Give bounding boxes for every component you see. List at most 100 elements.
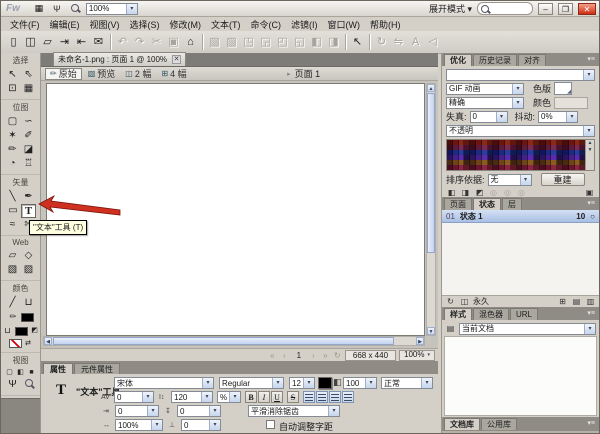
slice-tool[interactable]: ▧ (5, 263, 21, 277)
rubber-stamp-tool[interactable]: ♖ (21, 157, 37, 171)
styles-source-select[interactable]: 当前文档 (459, 323, 596, 335)
zoom-select[interactable]: 100% (86, 3, 138, 15)
paint-bucket-tool[interactable]: ⊔ (21, 296, 37, 310)
fullscreen-menus-button[interactable]: ◧ (15, 368, 26, 378)
view-button-0[interactable]: ✏原始 (45, 68, 82, 80)
playback-control-r0[interactable]: › (309, 351, 318, 360)
playback-control-r2[interactable]: ↻ (333, 351, 342, 360)
dropdown-arrow-icon[interactable] (209, 406, 220, 416)
circle-hotspot-tool[interactable]: ◇ (21, 249, 37, 263)
font-style-select[interactable]: Regular (219, 377, 284, 389)
view-button-2[interactable]: ◫2 幅 (121, 68, 155, 80)
search-input[interactable] (477, 2, 533, 15)
dropdown-arrow-icon[interactable] (151, 420, 162, 430)
menu-item-0[interactable]: 文件(F) (5, 17, 45, 32)
styles-tab-0[interactable]: 样式 (444, 308, 472, 320)
line-tool[interactable]: ╲ (5, 190, 21, 204)
menu-item-4[interactable]: 修改(M) (165, 17, 207, 32)
state-row[interactable]: 01 状态 1 10 ○ (442, 210, 599, 223)
playback-control-r1[interactable]: » (321, 351, 330, 360)
panel-menu-icon[interactable]: ▾≡ (587, 308, 597, 320)
dropdown-arrow-icon[interactable] (209, 420, 220, 430)
paste-icon[interactable]: ⌂ (182, 34, 199, 51)
scroll-right-icon[interactable]: ▶ (416, 337, 424, 345)
lasso-tool[interactable]: ∽ (21, 115, 37, 129)
dropdown-arrow-icon[interactable] (512, 84, 523, 94)
palette-scrollbar[interactable]: ▲▼ (585, 140, 594, 170)
transparency-select[interactable]: 不透明 (446, 125, 595, 137)
dropdown-arrow-icon[interactable] (520, 175, 531, 185)
palette-edit-icon-0[interactable]: ◧ (446, 188, 457, 198)
playback-control-1[interactable]: ‹ (280, 351, 289, 360)
pen-tool[interactable]: ✒ (21, 190, 37, 204)
indent-select[interactable]: 0 (115, 405, 159, 417)
text-color-swatch[interactable] (318, 377, 332, 389)
states-footer-icon-1[interactable]: ◫ (459, 297, 470, 307)
dropdown-arrow-icon[interactable] (147, 406, 158, 416)
library-tab-1[interactable]: 公用库 (481, 418, 517, 430)
panel-menu-icon[interactable]: ▾≡ (587, 198, 597, 210)
blend-mode-select[interactable]: 正常 (381, 377, 433, 389)
states-footer-icon-0[interactable]: ↻ (445, 297, 456, 307)
align-center-button[interactable] (316, 391, 328, 403)
menu-item-7[interactable]: 滤镜(I) (286, 17, 323, 32)
kerning-select[interactable]: 0 (114, 391, 154, 403)
rectangle-hotspot-tool[interactable]: ▱ (5, 249, 21, 263)
scroll-left-icon[interactable]: ◀ (44, 337, 52, 345)
menu-item-6[interactable]: 命令(C) (246, 17, 287, 32)
duplicate-state-icon[interactable]: ▤ (571, 297, 582, 307)
marquee-tool[interactable]: ▢ (5, 115, 21, 129)
dropdown-arrow-icon[interactable] (202, 378, 213, 388)
stroke-color-icon[interactable]: ✏ (7, 310, 20, 324)
dropdown-arrow-icon[interactable] (142, 392, 153, 402)
zoom-indicator[interactable]: 100%▾ (399, 350, 435, 361)
save-icon[interactable]: ◫ (22, 34, 39, 51)
fill-color-swatch[interactable] (15, 327, 28, 336)
dropdown-arrow-icon[interactable] (365, 378, 376, 388)
pointer-options-icon[interactable]: ↖ (349, 34, 366, 51)
minimize-button[interactable]: – (538, 3, 553, 15)
opacity-select[interactable]: 100 (343, 377, 377, 389)
dither-select[interactable]: 0% (538, 111, 578, 123)
export-icon[interactable]: ⇤ (73, 34, 90, 51)
menu-item-1[interactable]: 编辑(E) (45, 17, 85, 32)
styles-tab-2[interactable]: URL (510, 308, 538, 320)
restore-button[interactable]: ❐ (558, 3, 573, 15)
baseline-shift-select[interactable]: 0 (181, 419, 221, 431)
dropdown-arrow-icon[interactable] (126, 4, 137, 14)
antialias-select[interactable]: 平滑消除锯齿 (248, 405, 340, 417)
document-tab[interactable]: 未命名-1.png : 页面 1 @ 100% ✕ (53, 52, 186, 66)
import-icon[interactable]: ⇥ (56, 34, 73, 51)
library-tab-0[interactable]: 文档库 (444, 418, 480, 430)
delete-state-icon[interactable]: ▥ (585, 297, 596, 307)
freeform-tool[interactable]: ≈ (5, 218, 21, 232)
strikethrough-button[interactable]: S (287, 391, 299, 403)
canvas[interactable] (46, 83, 425, 336)
dropdown-arrow-icon[interactable] (566, 112, 577, 122)
export-format-select[interactable]: GIF 动画 (446, 83, 524, 95)
scroll-down-icon[interactable]: ▼ (427, 327, 435, 335)
dropdown-arrow-icon[interactable] (583, 70, 594, 80)
brush-tool[interactable]: ✐ (21, 129, 37, 143)
saved-settings-select[interactable] (446, 69, 595, 81)
dropdown-arrow-icon[interactable] (512, 98, 523, 108)
leading-select[interactable]: 120 (171, 391, 213, 403)
no-color-button[interactable] (9, 339, 22, 348)
scroll-up-icon[interactable]: ▲ (427, 84, 435, 92)
states-tab-1[interactable]: 状态 (473, 198, 501, 210)
menu-item-5[interactable]: 文本(T) (206, 17, 246, 32)
paragraph-spacing-select[interactable]: 0 (177, 405, 221, 417)
horizontal-scrollbar[interactable]: ◀ ▶ (43, 336, 425, 346)
default-colors-button[interactable]: ◩ (29, 326, 40, 336)
properties-tab-0[interactable]: 属性 (43, 363, 73, 374)
menu-item-2[interactable]: 视图(V) (85, 17, 125, 32)
hand-tool[interactable]: Ψ (5, 378, 21, 392)
dropdown-arrow-icon[interactable] (328, 406, 339, 416)
dropdown-arrow-icon[interactable] (496, 112, 507, 122)
optimize-tab-2[interactable]: 对齐 (518, 54, 546, 66)
italic-button[interactable]: I (258, 391, 270, 403)
hand-icon[interactable]: Ψ (50, 4, 64, 14)
states-list-area[interactable] (442, 223, 599, 295)
palette-edit-icon-1[interactable]: ◨ (460, 188, 471, 198)
state-delay[interactable]: 10 (576, 212, 585, 221)
